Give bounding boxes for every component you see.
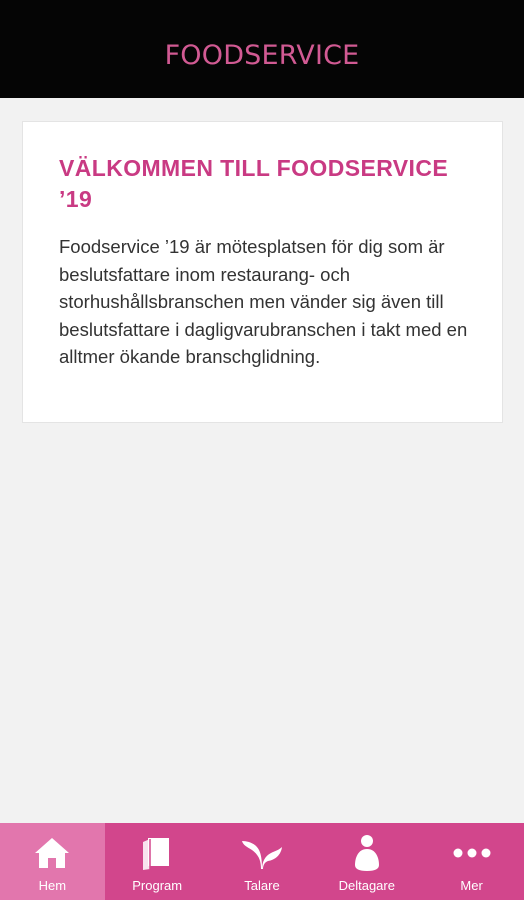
welcome-card: VÄLKOMMEN TILL FOODSERVICE ’19 Foodservi… (22, 121, 503, 423)
tab-deltagare[interactable]: Deltagare (314, 823, 419, 900)
more-icon (450, 833, 494, 873)
welcome-text: Foodservice ’19 är mötesplatsen för dig … (59, 236, 468, 367)
book-icon (135, 833, 179, 873)
tab-hem-label: Hem (38, 878, 67, 893)
tab-mer-label: Mer (460, 878, 483, 893)
tab-talare[interactable]: Talare (210, 823, 315, 900)
tab-talare-label: Talare (244, 878, 280, 893)
home-icon (30, 833, 74, 873)
bottom-tab-bar: Hem Program Talare Deltagare Mer (0, 823, 524, 900)
app-header: FOODSERVICE (0, 0, 524, 98)
tab-mer[interactable]: Mer (419, 823, 524, 900)
tab-deltagare-label: Deltagare (338, 878, 395, 893)
app-title: FOODSERVICE (164, 39, 360, 71)
tab-hem[interactable]: Hem (0, 823, 105, 900)
tab-program[interactable]: Program (105, 823, 210, 900)
person-icon (345, 833, 389, 873)
sprout-icon (240, 833, 284, 873)
welcome-title: VÄLKOMMEN TILL FOODSERVICE ’19 (59, 155, 449, 212)
tab-program-label: Program (132, 878, 183, 893)
